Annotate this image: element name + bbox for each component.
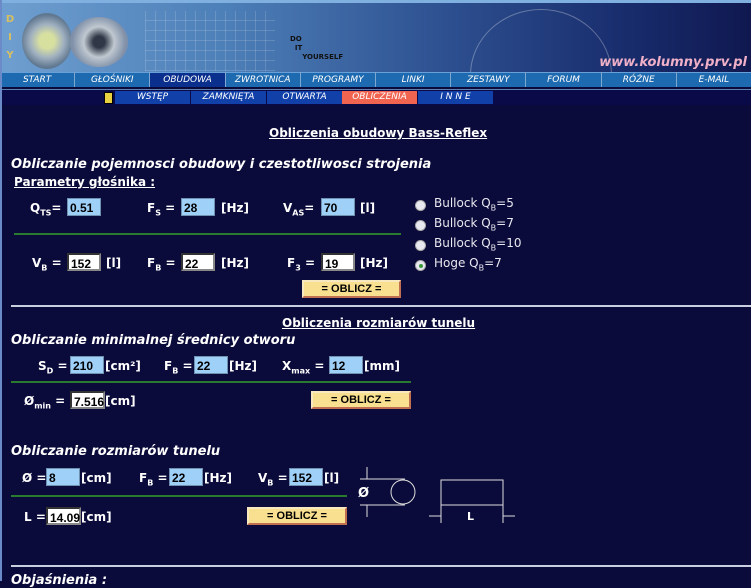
fb-unit: [Hz] (204, 471, 232, 485)
xmax-input[interactable]: 12 (329, 356, 363, 374)
divider (11, 305, 751, 307)
radio-bullock-5[interactable] (415, 200, 426, 211)
f3-label: F3 = (287, 256, 316, 273)
menu-zwrotnica[interactable]: ZWROTNICA (225, 72, 300, 87)
dmin-output[interactable]: 7.516 (70, 391, 105, 409)
vas-label: VAS= (283, 201, 315, 218)
sd-label: SD = (38, 359, 68, 376)
site-url[interactable]: www.kolumny.prv.pl (599, 55, 747, 70)
vb-label: VB = (32, 256, 62, 273)
sd-input[interactable]: 210 (70, 356, 104, 374)
sub-menu: WSTĘP ZAMKNIĘTA OTWARTA OBLICZENIA I N N… (0, 89, 751, 105)
fs-label: FS = (147, 201, 176, 218)
radio-hoge-7[interactable] (415, 260, 426, 271)
params-label: Parametry głośnika : (14, 175, 156, 189)
f3-unit: [Hz] (360, 256, 388, 270)
left-border (0, 0, 2, 581)
submenu-otwarta[interactable]: OTWARTA (267, 91, 342, 104)
vb-unit: [l] (324, 471, 340, 485)
l-output[interactable]: 14.09 (46, 507, 81, 525)
menu-zestawy[interactable]: ZESTAWY (451, 72, 526, 87)
submenu-zamknieta[interactable]: ZAMKNIĘTA (191, 91, 266, 104)
divider (14, 233, 401, 235)
vb-input[interactable]: 152 (289, 468, 323, 486)
diagram-length-label: L (467, 510, 474, 523)
fb-output[interactable]: 22 (181, 253, 215, 271)
fb-label: FB = (147, 256, 176, 273)
xmax-unit: [mm] (364, 359, 400, 373)
fb-unit: [Hz] (229, 359, 257, 373)
radio-bullock-10[interactable] (415, 240, 426, 251)
fs-input[interactable]: 28 (181, 198, 215, 216)
radio-label: Bullock QB=10 (434, 236, 522, 253)
calculate-tunnel-length-button[interactable]: = OBLICZ = (247, 507, 347, 525)
section1-heading: Obliczanie pojemnosci obudowy i czestotl… (11, 157, 432, 172)
submenu-wstep[interactable]: WSTĘP (115, 91, 190, 104)
tunnel-diagram: Ø L (358, 467, 515, 523)
section2-heading: Obliczanie minimalnej średnicy otworu (11, 333, 296, 348)
divider (11, 381, 411, 383)
menu-programy[interactable]: PROGRAMY (300, 72, 376, 87)
submenu-obliczenia[interactable]: OBLICZENIA (342, 91, 417, 104)
section3-heading: Obliczanie rozmiarów tunelu (11, 444, 221, 459)
menu-obudowa[interactable]: OBUDOWA (150, 72, 225, 87)
bin-icon (104, 92, 113, 104)
tweeter-image (70, 17, 128, 67)
menu-glosniki[interactable]: GŁOŚNIKI (75, 72, 150, 87)
blueprint-drawing (470, 9, 612, 72)
diy-logo: DIY (5, 14, 15, 61)
tunnel-section-title: Obliczenia rozmiarów tunelu (282, 316, 476, 330)
fs-unit: [Hz] (221, 201, 249, 215)
radio-bullock-7[interactable] (415, 220, 426, 231)
qts-input[interactable]: 0.51 (67, 198, 101, 216)
l-label: L = (24, 510, 46, 524)
vas-input[interactable]: 70 (321, 198, 355, 216)
menu-email[interactable]: E-MAIL (676, 72, 751, 87)
submenu-inne[interactable]: I N N E (418, 91, 493, 104)
do-it-yourself-text: DO IT YOURSELF (290, 35, 344, 61)
l-unit: [cm] (81, 510, 112, 524)
menu-rozne[interactable]: RÓŻNE (601, 72, 676, 87)
qts-label: QTS= (30, 201, 62, 218)
main-menu: START GŁOŚNIKI OBUDOWA ZWROTNICA PROGRAM… (0, 72, 751, 87)
dmin-unit: [cm] (105, 394, 136, 408)
menu-start[interactable]: START (0, 72, 75, 87)
fb-label: FB = (164, 359, 193, 376)
radio-label: Bullock QB=5 (434, 196, 514, 213)
divider (11, 495, 347, 497)
divider (11, 565, 751, 567)
d-label: Ø = (22, 471, 47, 485)
page-title: Obliczenia obudowy Bass-Reflex (269, 126, 488, 140)
xmax-label: Xmax = (282, 359, 325, 376)
radio-label: Bullock QB=7 (434, 216, 514, 233)
fb-unit: [Hz] (221, 256, 249, 270)
f3-output[interactable]: 19 (321, 253, 355, 271)
d-unit: [cm] (81, 471, 112, 485)
fb-input[interactable]: 22 (194, 356, 228, 374)
fb-label: FB = (139, 471, 168, 488)
diagram-diameter-label: Ø (358, 486, 369, 501)
menu-linki[interactable]: LINKI (376, 72, 451, 87)
speaker-image (22, 13, 72, 69)
calculate-min-diameter-button[interactable]: = OBLICZ = (311, 391, 411, 409)
header-banner: DIY DO IT YOURSELF www.kolumny.prv.pl (0, 0, 751, 72)
fb-input[interactable]: 22 (169, 468, 203, 486)
sd-unit: [cm²] (105, 359, 141, 373)
vb-output[interactable]: 152 (67, 253, 101, 271)
radio-label: Hoge QB=7 (434, 256, 502, 273)
vas-unit: [l] (360, 201, 376, 215)
dmin-label: Ømin = (24, 394, 66, 411)
vb-label: VB = (258, 471, 288, 488)
vb-unit: [l] (106, 256, 122, 270)
frequency-graph-image (145, 11, 275, 71)
calculate-volume-button[interactable]: = OBLICZ = (302, 280, 401, 298)
d-input[interactable]: 8 (46, 468, 80, 486)
menu-forum[interactable]: FORUM (526, 72, 601, 87)
